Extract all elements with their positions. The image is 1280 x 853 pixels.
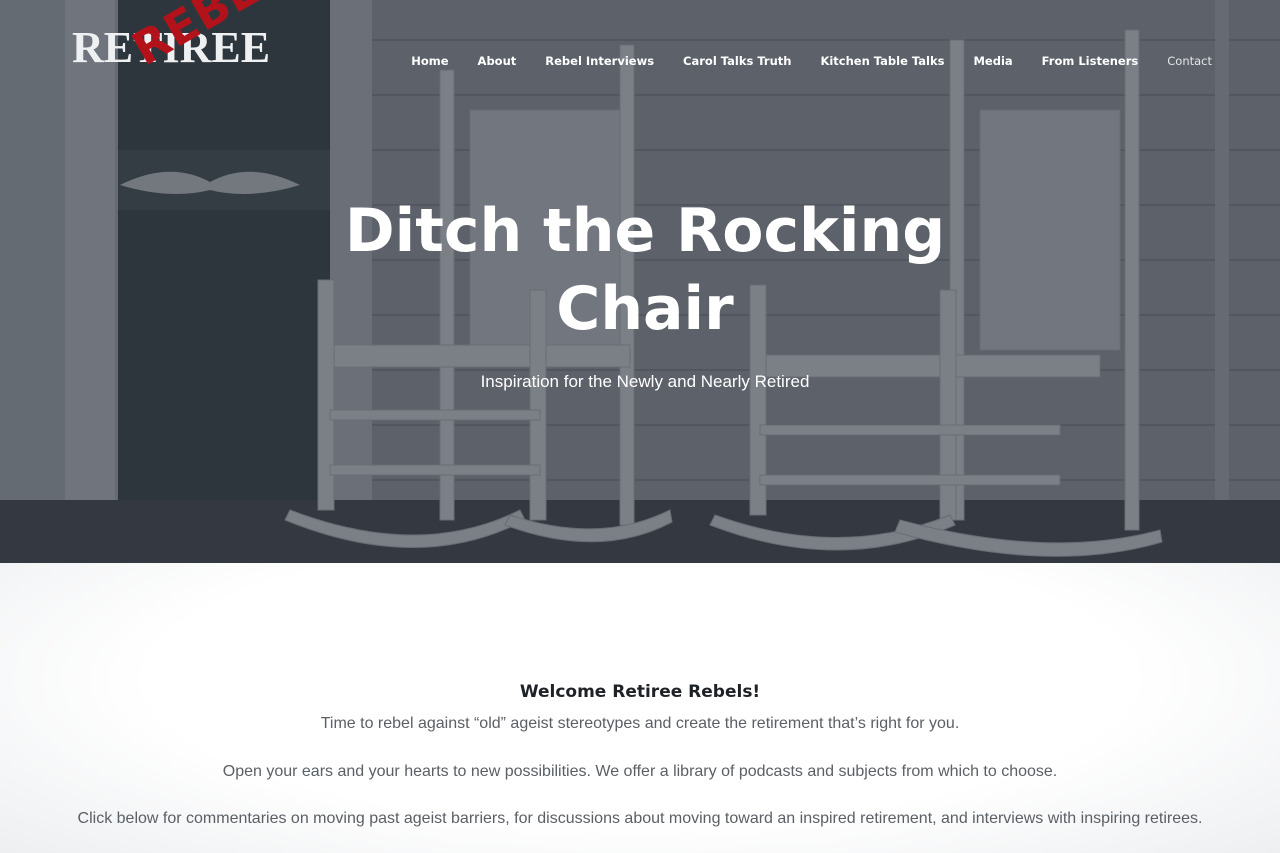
- welcome-section: Welcome Retiree Rebels! Time to rebel ag…: [0, 563, 1280, 853]
- hero-subtitle: Inspiration for the Newly and Nearly Ret…: [480, 372, 810, 391]
- nav-home[interactable]: Home: [411, 54, 448, 68]
- hero-banner: RETIREE REBELS Home About Rebel Intervie…: [0, 0, 1280, 563]
- nav-from-listeners[interactable]: From Listeners: [1042, 54, 1139, 68]
- nav-carol-talks-truth[interactable]: Carol Talks Truth: [683, 54, 791, 68]
- nav-media[interactable]: Media: [973, 54, 1012, 68]
- nav-kitchen-table-talks[interactable]: Kitchen Table Talks: [820, 54, 944, 68]
- welcome-paragraph: Click below for commentaries on moving p…: [77, 810, 1203, 827]
- nav-contact[interactable]: Contact: [1167, 54, 1212, 68]
- welcome-paragraph: Open your ears and your hearts to new po…: [222, 763, 1058, 780]
- site-logo[interactable]: RETIREE REBELS: [70, 0, 340, 130]
- hero-title: Ditch the Rocking Chair: [344, 196, 946, 344]
- main-nav: Home About Rebel Interviews Carol Talks …: [382, 54, 1212, 68]
- nav-about[interactable]: About: [478, 54, 517, 68]
- welcome-heading: Welcome Retiree Rebels!: [519, 682, 761, 702]
- welcome-paragraph: Time to rebel against “old” ageist stere…: [320, 715, 960, 732]
- nav-rebel-interviews[interactable]: Rebel Interviews: [545, 54, 654, 68]
